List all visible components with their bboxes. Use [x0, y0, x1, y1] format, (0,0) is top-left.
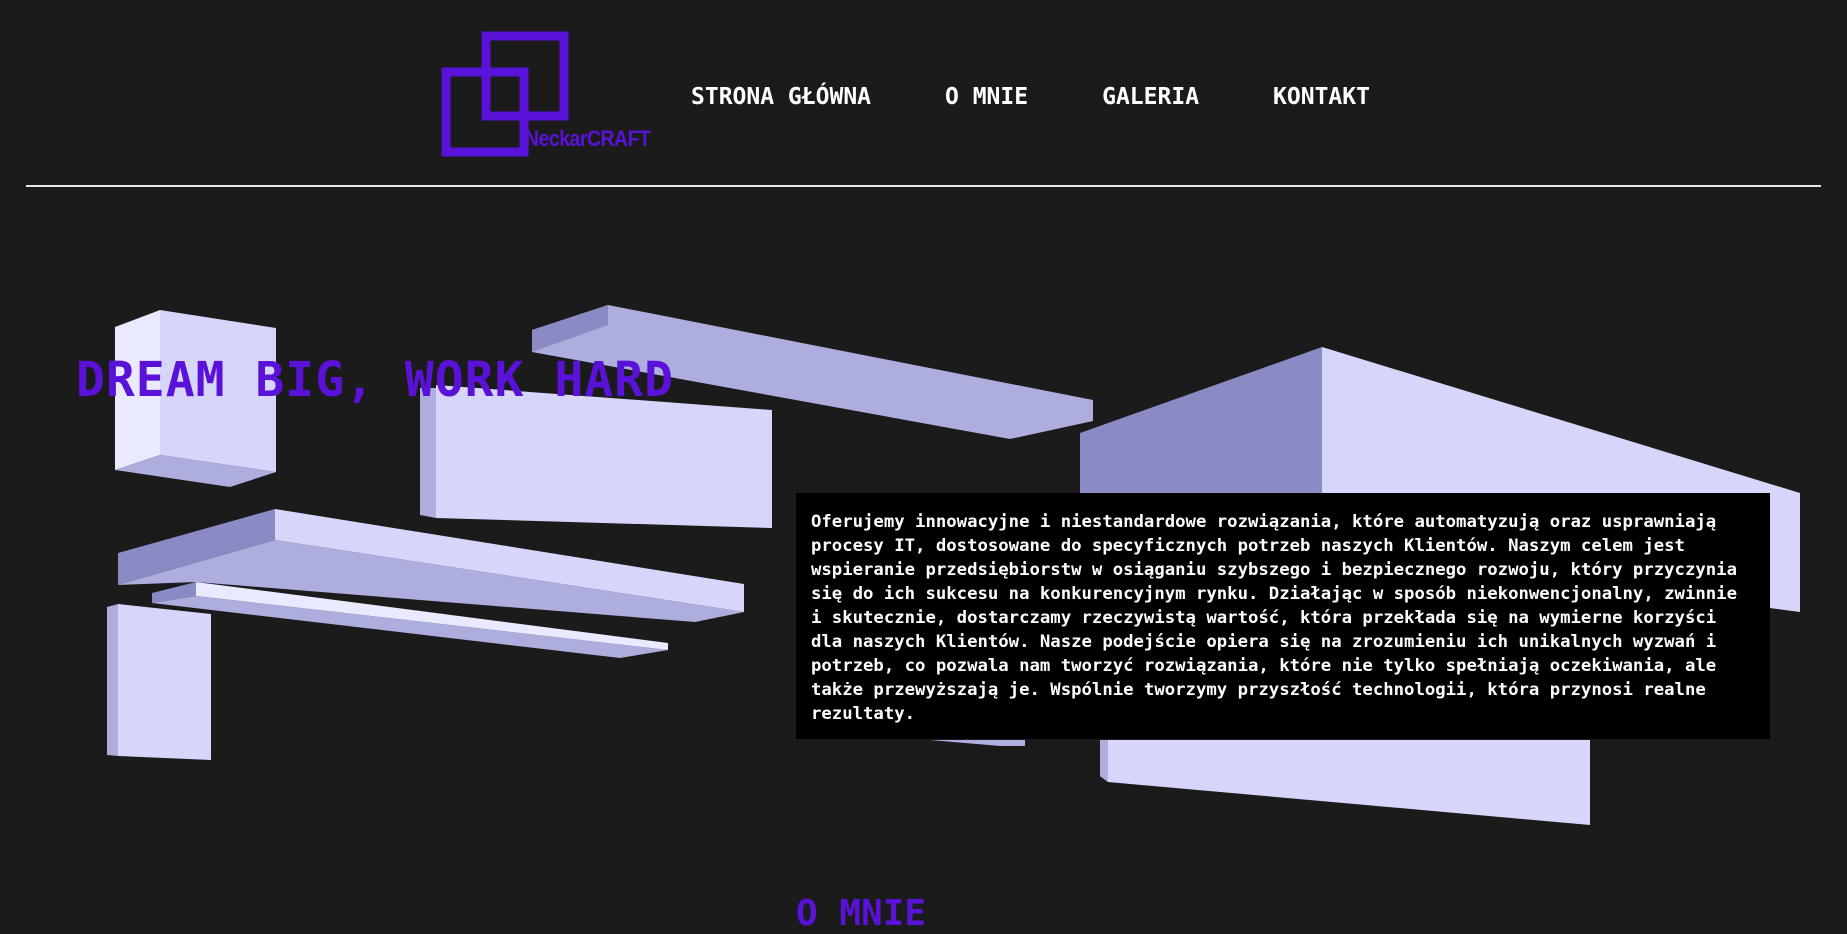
section-title-about: O MNIE [796, 893, 927, 934]
hero-3d-shapes-illustration [107, 305, 1800, 825]
hero-description-box: Oferujemy innowacyjne i niestandardowe r… [796, 493, 1770, 739]
hero-title: DREAM BIG, WORK HARD [76, 352, 674, 408]
hero-description: Oferujemy innowacyjne i niestandardowe r… [811, 512, 1737, 724]
